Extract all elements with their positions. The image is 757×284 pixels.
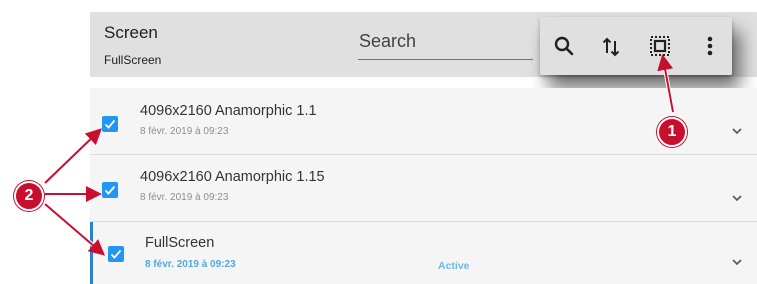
callout-marker-1: 1 [657, 117, 687, 147]
callout-marker-2: 2 [14, 181, 44, 211]
annotation-arrows [43, 54, 675, 256]
callout-arrow-2c [44, 203, 106, 256]
callout-arrow-2a [44, 128, 102, 184]
callout-arrow-1 [657, 54, 674, 113]
